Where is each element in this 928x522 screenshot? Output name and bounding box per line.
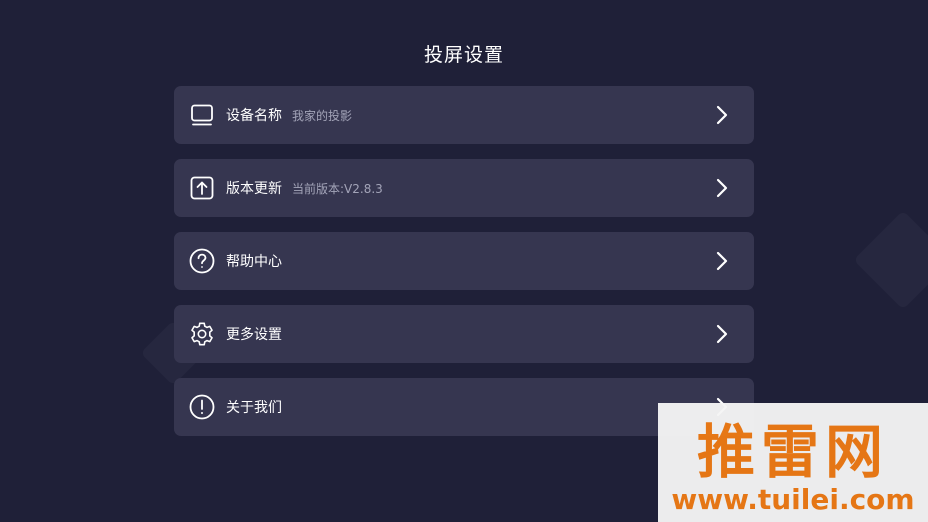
- device-name-value: 我家的投影: [292, 108, 353, 123]
- chevron-right-icon: [716, 105, 728, 125]
- info-icon: [189, 394, 215, 420]
- watermark-url: www.tuilei.com: [671, 483, 915, 516]
- help-icon: [189, 248, 215, 274]
- menu-item-device-name[interactable]: 设备名称 我家的投影: [174, 86, 754, 144]
- menu-item-more-settings[interactable]: 更多设置: [174, 305, 754, 363]
- page-title: 投屏设置: [423, 44, 504, 66]
- menu-item-label: 帮助中心: [226, 254, 282, 270]
- chevron-right-icon: [716, 251, 728, 271]
- menu-item-version-update[interactable]: 版本更新 当前版本:V2.8.3: [174, 159, 754, 217]
- menu-item-label: 关于我们: [226, 400, 282, 416]
- menu-item-label: 更多设置: [226, 327, 282, 343]
- background-decoration: [854, 211, 928, 310]
- menu-item-label: 设备名称: [226, 108, 282, 124]
- monitor-icon: [189, 102, 215, 128]
- menu-item-help-center[interactable]: 帮助中心: [174, 232, 754, 290]
- watermark-title: 推雷网: [696, 418, 889, 486]
- upload-icon: [189, 175, 215, 201]
- gear-icon: [189, 321, 215, 347]
- chevron-right-icon: [716, 178, 728, 198]
- menu-item-label: 版本更新: [226, 181, 282, 197]
- current-version-text: 当前版本:V2.8.3: [292, 181, 383, 196]
- settings-menu: 设备名称 我家的投影 版本更新 当前版本:V2.8.3 帮助中心 更多设置 关于…: [174, 86, 754, 451]
- watermark-logo: 推雷网 www.tuilei.com: [658, 403, 928, 522]
- chevron-right-icon: [716, 324, 728, 344]
